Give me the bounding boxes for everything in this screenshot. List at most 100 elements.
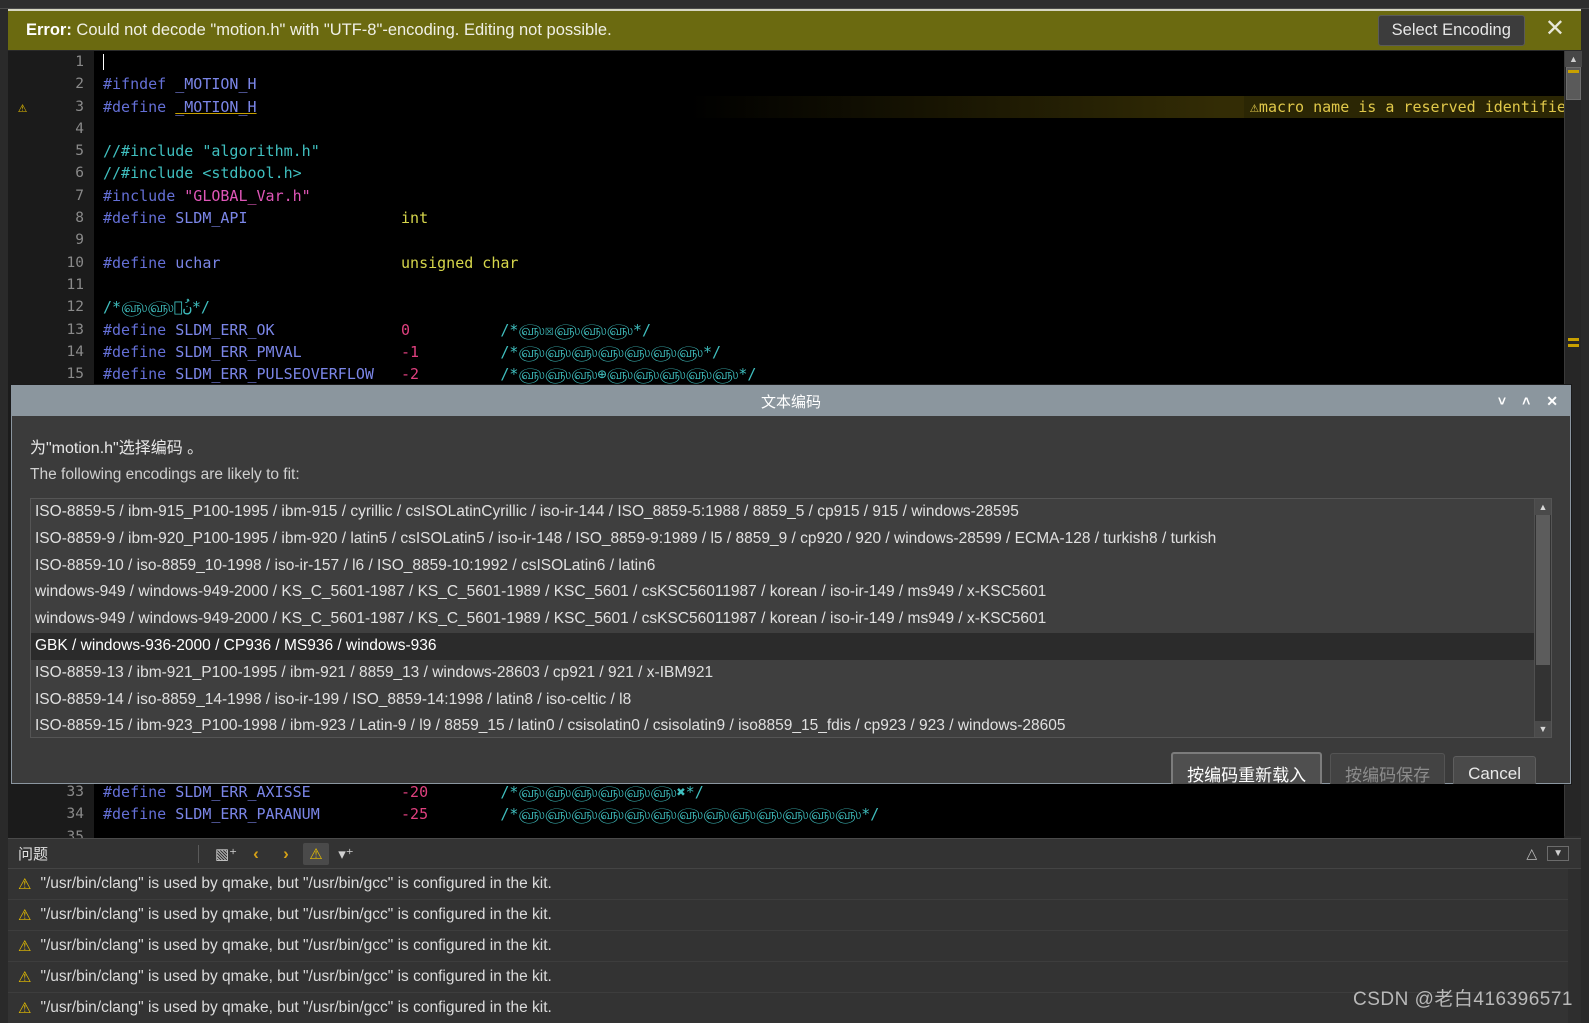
code-line-text: #define SLDM_API int — [103, 209, 429, 228]
code-line-text: #define _MOTION_H — [103, 97, 257, 116]
warning-triangle-icon[interactable]: ⚠ — [18, 98, 27, 116]
encoding-list-item[interactable]: ISO-8859-13 / ibm-921_P100-1995 / ibm-92… — [31, 660, 1534, 687]
warning-triangle-icon: ⚠ — [18, 938, 32, 955]
line-number: ⚠ 3 — [18, 97, 84, 116]
line-number: 5 — [75, 143, 84, 160]
line-number: 4 — [75, 120, 84, 137]
scroll-up-icon[interactable]: ▲ — [1565, 51, 1582, 67]
problem-row[interactable]: ⚠ "/usr/bin/clang" is used by qmake, but … — [8, 931, 1581, 962]
encoding-list-item[interactable]: windows-949 / windows-949-2000 / KS_C_56… — [31, 606, 1534, 633]
encoding-list[interactable]: ISO-8859-5 / ibm-915_P100-1995 / ibm-915… — [31, 499, 1534, 737]
warning-triangle-icon: ⚠ — [18, 969, 32, 986]
toolbar-strip — [0, 0, 1589, 9]
encoding-list-item[interactable]: ISO-8859-10 / iso-8859_10-1998 / iso-ir-… — [31, 553, 1534, 580]
encoding-list-scrollbar[interactable]: ▲ ▼ — [1534, 499, 1551, 737]
code-line[interactable]: //#include <stdbool.h> — [94, 162, 1581, 184]
chevron-up-icon[interactable]: △ — [1526, 845, 1537, 862]
code-line[interactable]: #define SLDM_ERR_PULSEOVERFLOW -2 /*௵௵௵⊕… — [94, 363, 1581, 385]
chevron-up-icon[interactable]: ˄ — [1522, 393, 1530, 409]
scrollbar-thumb[interactable] — [1536, 515, 1550, 665]
line-number: 1 — [75, 54, 84, 70]
ide-window: Error: Could not decode "motion.h" with … — [0, 0, 1589, 1023]
problem-row[interactable]: ⚠ "/usr/bin/clang" is used by qmake, but … — [8, 900, 1581, 931]
code-line[interactable]: /*௵௵௵ُن*/ — [94, 296, 1581, 318]
warning-triangle-icon: ⚠ — [1249, 97, 1259, 116]
code-line-text: #define SLDM_ERR_PARANUM -25 /*௵௵௵௵௵௵௵௵௵… — [103, 805, 880, 824]
dropdown-box-icon[interactable]: ▼ — [1547, 846, 1569, 861]
scroll-up-icon[interactable]: ▲ — [1535, 499, 1551, 515]
problems-list[interactable]: ⚠ "/usr/bin/clang" is used by qmake, but … — [8, 869, 1581, 1023]
editor-code-bottom[interactable]: #define SLDM_ERR_AXISSE -20 /*௵௵௵௵௵௵✖*/ #… — [94, 784, 1564, 838]
chevron-down-icon[interactable]: ˅ — [1498, 393, 1506, 409]
encoding-list-item[interactable]: ISO-8859-14 / iso-8859_14-1998 / iso-ir-… — [31, 687, 1534, 714]
warning-triangle-icon[interactable]: ⚠ — [303, 842, 330, 865]
scroll-down-icon[interactable]: ▼ — [1535, 721, 1551, 737]
problem-row[interactable]: ⚠ "/usr/bin/clang" is used by qmake, but … — [8, 962, 1581, 993]
text-encoding-dialog[interactable]: 文本编码 ˅ ˄ ✕ 为"motion.h"选择编码 。 The followi… — [11, 385, 1571, 795]
encoding-list-item[interactable]: ISO-8859-9 / ibm-920_P100-1995 / ibm-920… — [31, 526, 1534, 553]
line-number: 13 — [66, 321, 84, 338]
problem-row[interactable]: ⚠ "/usr/bin/clang" is used by qmake, but … — [8, 993, 1581, 1023]
close-icon[interactable]: ✕ — [1535, 17, 1575, 44]
code-line[interactable]: #include "GLOBAL_Var.h" — [94, 185, 1581, 207]
code-line-text — [94, 51, 104, 73]
problem-row-text: "/usr/bin/clang" is used by qmake, but "… — [40, 968, 552, 985]
problems-panel-controls: △ ▼ — [1526, 845, 1575, 862]
encoding-list-item[interactable]: ISO-8859-15 / ibm-923_P100-1998 / ibm-92… — [31, 713, 1534, 737]
text-cursor — [103, 54, 104, 70]
line-number: 11 — [66, 276, 84, 293]
error-banner: Error: Could not decode "motion.h" with … — [8, 9, 1581, 50]
problems-panel: 问题 ▧⁺ ‹ › ⚠ ▾⁺ △ ▼ ⚠ "/usr/bin/clang" is … — [8, 838, 1581, 1023]
code-line[interactable]: #define _MOTION_H ⚠macro name is a reserv… — [94, 95, 1581, 118]
problem-row-text: "/usr/bin/clang" is used by qmake, but "… — [40, 937, 552, 954]
divider — [198, 844, 200, 863]
dialog-title-text: 文本编码 — [760, 393, 821, 411]
encoding-list-item[interactable]: windows-949 / windows-949-2000 / KS_C_56… — [31, 579, 1534, 606]
code-line[interactable]: #define SLDM_ERR_PMVAL -1 /*௵௵௵௵௵௵௵*/ — [94, 341, 1581, 363]
code-line[interactable] — [94, 118, 1581, 140]
chevron-right-icon[interactable]: › — [273, 843, 299, 865]
filter-categories-icon[interactable]: ▧⁺ — [213, 843, 239, 865]
encoding-list-item-selected[interactable]: GBK / windows-936-2000 / CP936 / MS936 /… — [31, 632, 1534, 660]
problems-scrollbar[interactable] — [1568, 869, 1581, 1023]
editor-bottom-strip[interactable]: 33 34 35 #define SLDM_ERR_AXISSE -20 /*௵௵௵… — [8, 784, 1564, 838]
code-line[interactable]: #define SLDM_ERR_PARANUM -25 /*௵௵௵௵௵௵௵௵௵… — [94, 803, 1564, 825]
problems-panel-header: 问题 ▧⁺ ‹ › ⚠ ▾⁺ △ ▼ — [8, 839, 1581, 869]
code-line[interactable]: #define SLDM_API int — [94, 207, 1581, 229]
code-line-text: #define SLDM_ERR_AXISSE -20 /*௵௵௵௵௵௵✖*/ — [103, 784, 704, 801]
code-line[interactable] — [94, 229, 1581, 251]
problem-row-text: "/usr/bin/clang" is used by qmake, but "… — [40, 906, 552, 923]
code-line[interactable] — [94, 51, 1581, 73]
warning-triangle-icon: ⚠ — [18, 1000, 32, 1017]
code-line-text: #define SLDM_ERR_PMVAL -1 /*௵௵௵௵௵௵௵*/ — [103, 342, 722, 361]
chevron-left-icon[interactable]: ‹ — [243, 843, 269, 865]
line-number: 15 — [66, 366, 84, 383]
code-line-text: //#include "algorithm.h" — [103, 142, 320, 161]
select-encoding-button[interactable]: Select Encoding — [1377, 15, 1525, 46]
problem-row[interactable]: ⚠ "/usr/bin/clang" is used by qmake, but … — [8, 869, 1581, 900]
scroll-marker-warning — [1568, 344, 1579, 347]
code-line[interactable]: #define uchar unsigned char — [94, 252, 1581, 274]
code-line[interactable] — [94, 826, 1564, 838]
code-line[interactable]: //#include "algorithm.h" — [94, 140, 1581, 162]
code-line-text: //#include <stdbool.h> — [103, 164, 302, 183]
problems-panel-title: 问题 — [18, 846, 49, 863]
encoding-list-container[interactable]: ISO-8859-5 / ibm-915_P100-1995 / ibm-915… — [30, 498, 1552, 738]
code-line-text: #define SLDM_ERR_PULSEOVERFLOW -2 /*௵௵௵⊕… — [103, 365, 757, 384]
code-line-text: #ifndef _MOTION_H — [103, 75, 257, 94]
funnel-icon[interactable]: ▾⁺ — [333, 843, 359, 865]
encoding-list-item[interactable]: ISO-8859-5 / ibm-915_P100-1995 / ibm-915… — [31, 499, 1534, 526]
code-line[interactable] — [94, 274, 1581, 296]
scroll-marker-warning — [1568, 338, 1579, 341]
dialog-body: 为"motion.h"选择编码 。 The following encoding… — [12, 416, 1570, 795]
line-number: 8 — [75, 210, 84, 227]
code-line-text: #define SLDM_ERR_OK 0 /*௵☒௵௵௵*/ — [103, 320, 651, 339]
line-number: 14 — [66, 343, 84, 360]
line-number: 6 — [75, 165, 84, 182]
code-line[interactable]: #ifndef _MOTION_H — [94, 73, 1581, 95]
error-banner-prefix: Error: — [26, 21, 72, 39]
code-line[interactable]: #define SLDM_ERR_OK 0 /*௵☒௵௵௵*/ — [94, 319, 1581, 341]
close-icon[interactable]: ✕ — [1546, 393, 1558, 410]
code-line[interactable]: #define SLDM_ERR_AXISSE -20 /*௵௵௵௵௵௵✖*/ — [94, 784, 1564, 803]
line-number: 35 — [66, 828, 84, 838]
